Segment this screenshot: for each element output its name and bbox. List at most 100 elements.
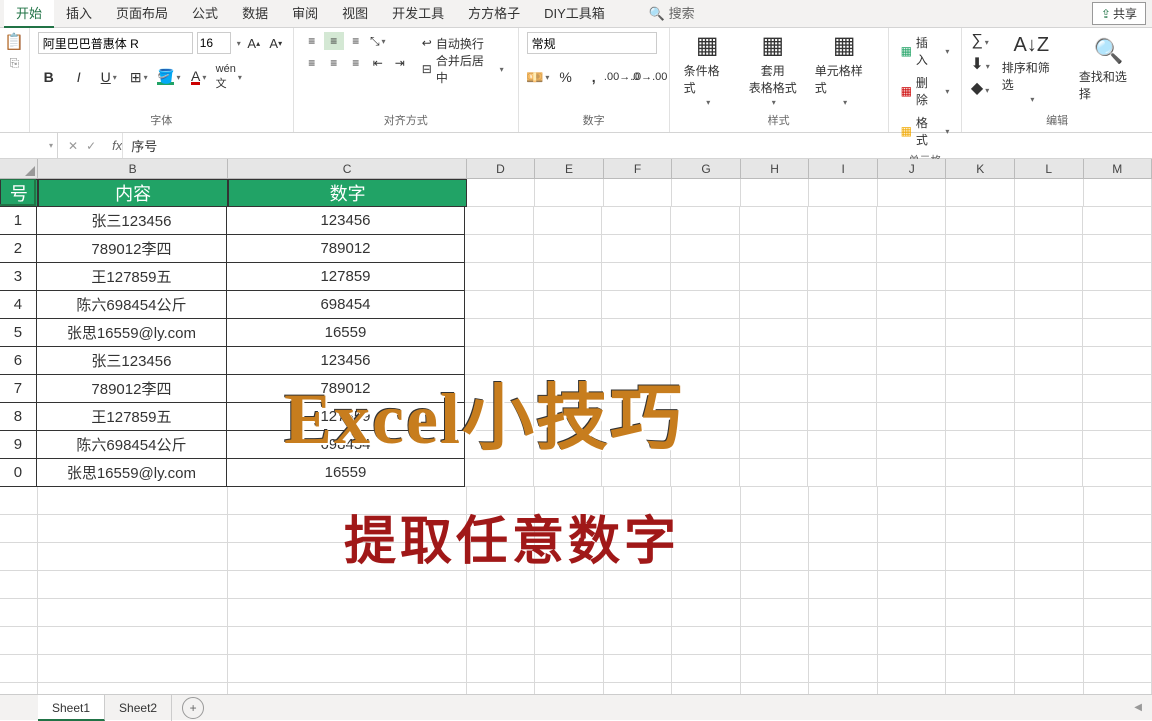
sort-filter-button[interactable]: A↓Z排序和筛选▾ — [996, 32, 1067, 106]
cell[interactable] — [604, 179, 673, 207]
table-format-button[interactable]: ▦套用 表格格式▾ — [743, 32, 803, 106]
cell[interactable] — [38, 627, 229, 655]
indent-dec-icon[interactable]: ⇤ — [368, 54, 388, 72]
cell[interactable] — [228, 599, 466, 627]
cell[interactable] — [465, 207, 534, 235]
cell[interactable] — [1083, 375, 1152, 403]
cell[interactable] — [672, 179, 741, 207]
cell[interactable] — [604, 655, 673, 683]
cell[interactable] — [38, 655, 229, 683]
cell[interactable] — [741, 655, 810, 683]
cell[interactable]: 内容 — [38, 179, 229, 207]
cell[interactable] — [672, 655, 741, 683]
cell[interactable] — [1015, 543, 1084, 571]
cell[interactable] — [740, 207, 809, 235]
indent-inc-icon[interactable]: ⇥ — [390, 54, 410, 72]
tab-ffgz[interactable]: 方方格子 — [456, 0, 532, 28]
cell[interactable] — [808, 207, 877, 235]
cell[interactable] — [535, 627, 604, 655]
cell[interactable] — [1015, 235, 1084, 263]
cell[interactable] — [740, 347, 809, 375]
cell[interactable] — [1015, 599, 1084, 627]
cell[interactable] — [1084, 599, 1152, 627]
cell[interactable]: 王127859五 — [36, 262, 227, 291]
cell[interactable] — [535, 599, 604, 627]
cell[interactable] — [1083, 431, 1152, 459]
cell[interactable] — [535, 571, 604, 599]
tab-review[interactable]: 审阅 — [280, 0, 330, 28]
border-button[interactable]: ⊞▾ — [128, 66, 150, 88]
cell[interactable] — [946, 515, 1015, 543]
grid-body[interactable]: 号内容数字1张三1234561234562789012李四7890123王127… — [0, 179, 1152, 717]
cell[interactable]: 3 — [0, 262, 37, 291]
cell[interactable] — [808, 375, 877, 403]
cond-format-button[interactable]: ▦条件格式▾ — [678, 32, 737, 106]
cell[interactable] — [808, 459, 877, 487]
cell[interactable] — [228, 627, 466, 655]
cell[interactable] — [1015, 375, 1084, 403]
cell[interactable] — [1084, 627, 1152, 655]
cell[interactable] — [602, 263, 671, 291]
align-right-icon[interactable]: ≡ — [346, 54, 366, 72]
cell[interactable] — [809, 627, 878, 655]
cell[interactable] — [672, 543, 741, 571]
cell[interactable] — [1015, 207, 1084, 235]
cell[interactable] — [672, 599, 741, 627]
sheet-tab[interactable]: Sheet2 — [105, 695, 172, 721]
cell[interactable] — [946, 599, 1015, 627]
cell[interactable] — [467, 599, 536, 627]
font-color-button[interactable]: A▾ — [188, 66, 210, 88]
cell[interactable] — [465, 235, 534, 263]
cell[interactable] — [877, 263, 946, 291]
cell[interactable] — [535, 179, 604, 207]
cell[interactable]: 16559 — [226, 318, 465, 347]
cell[interactable] — [878, 179, 947, 207]
cell[interactable] — [604, 627, 673, 655]
cell[interactable] — [604, 599, 673, 627]
cell[interactable] — [1084, 655, 1152, 683]
cell[interactable] — [1015, 319, 1084, 347]
cell[interactable] — [38, 543, 229, 571]
cell[interactable] — [946, 459, 1015, 487]
align-middle-icon[interactable]: ≡ — [324, 32, 344, 50]
cell[interactable] — [1083, 235, 1152, 263]
align-top-icon[interactable]: ≡ — [302, 32, 322, 50]
col-header[interactable]: M — [1084, 159, 1152, 178]
cell[interactable]: 789012 — [226, 234, 465, 263]
cell-style-button[interactable]: ▦单元格样式▾ — [809, 32, 880, 106]
cell[interactable] — [672, 487, 741, 515]
cell[interactable] — [946, 291, 1015, 319]
cell[interactable] — [740, 375, 809, 403]
cell[interactable] — [740, 263, 809, 291]
col-header[interactable]: L — [1015, 159, 1084, 178]
cell[interactable] — [1015, 403, 1084, 431]
cell[interactable] — [0, 655, 38, 683]
font-size-select[interactable] — [197, 32, 231, 54]
phonetic-button[interactable]: wén文▾ — [218, 66, 240, 88]
decrease-font-icon[interactable]: A▾ — [267, 34, 285, 52]
cell[interactable]: 张三123456 — [36, 206, 227, 235]
cell[interactable] — [809, 179, 878, 207]
cell[interactable] — [1015, 347, 1084, 375]
cell[interactable] — [878, 655, 947, 683]
cell[interactable] — [228, 655, 466, 683]
cell[interactable] — [465, 291, 534, 319]
cell[interactable] — [809, 515, 878, 543]
cell[interactable] — [1084, 543, 1152, 571]
cell[interactable]: 2 — [0, 234, 37, 263]
dec-decimal-icon[interactable]: .0→.00 — [639, 66, 661, 88]
cancel-icon[interactable]: ✕ — [68, 139, 78, 153]
cell[interactable] — [878, 599, 947, 627]
cell[interactable] — [535, 655, 604, 683]
cell[interactable] — [0, 515, 38, 543]
cell[interactable] — [740, 319, 809, 347]
formula-input[interactable]: 序号 — [122, 133, 1152, 158]
cell[interactable] — [534, 235, 603, 263]
cell[interactable]: 6 — [0, 346, 37, 375]
cell[interactable] — [741, 571, 810, 599]
cell[interactable] — [534, 319, 603, 347]
add-sheet-button[interactable]: + — [182, 697, 204, 719]
tab-data[interactable]: 数据 — [230, 0, 280, 28]
delete-cells-button[interactable]: ▦删除▾ — [897, 72, 954, 110]
cell[interactable] — [946, 487, 1015, 515]
